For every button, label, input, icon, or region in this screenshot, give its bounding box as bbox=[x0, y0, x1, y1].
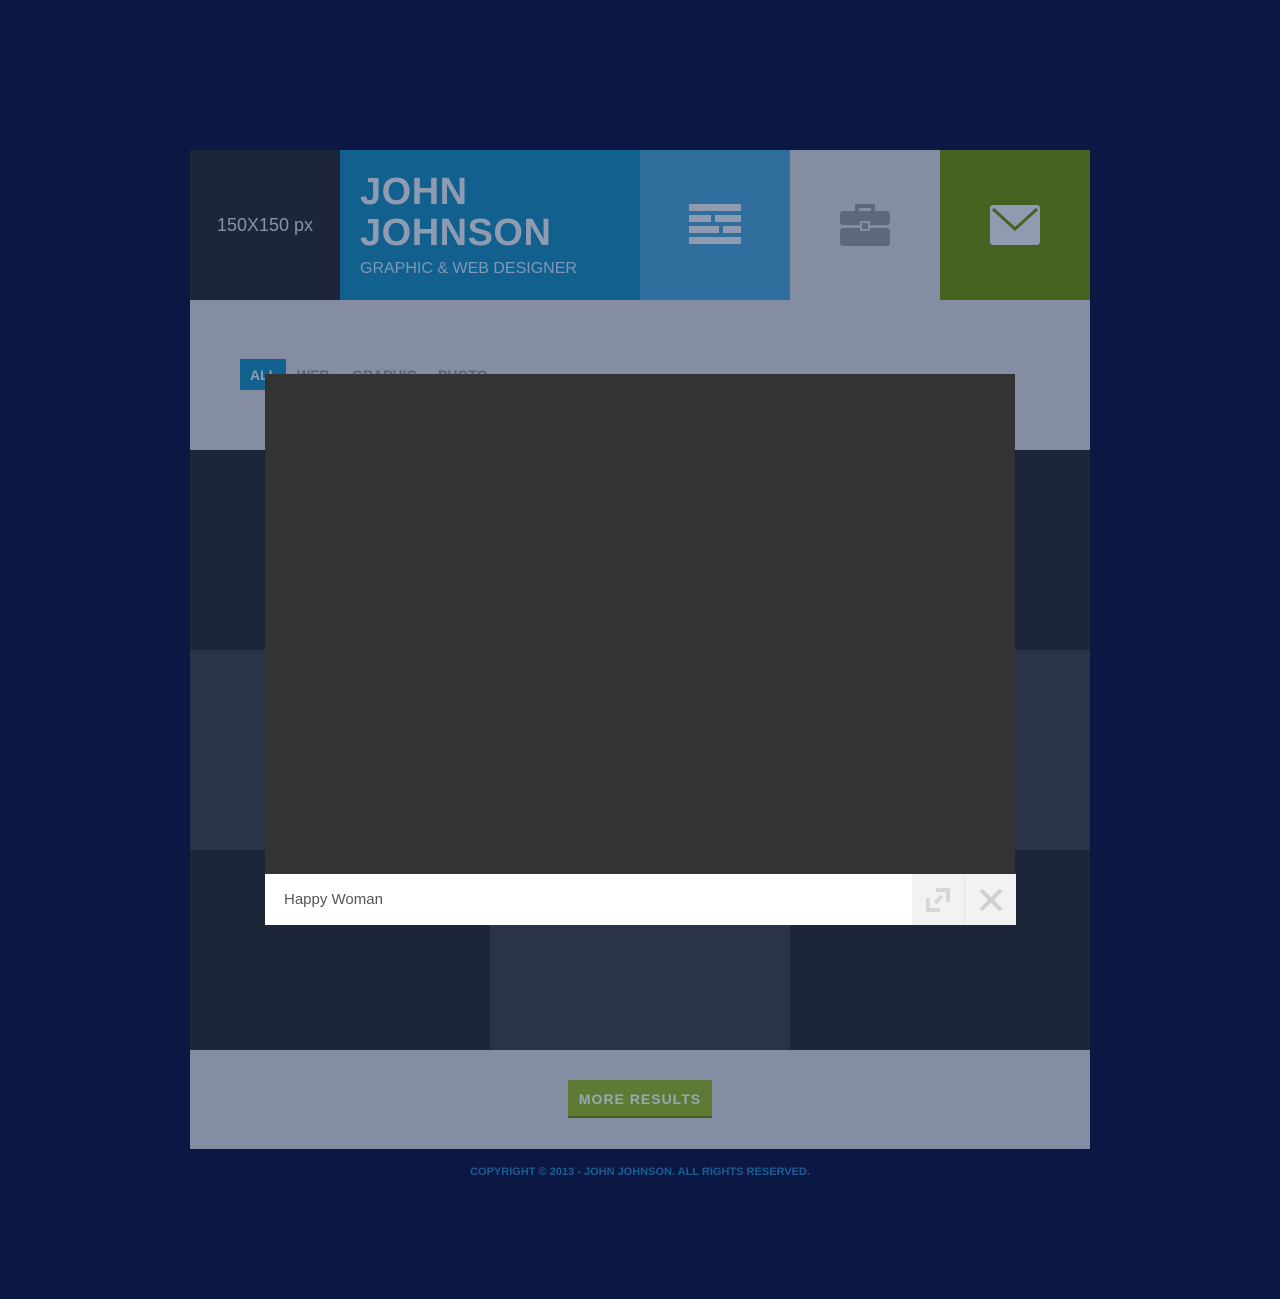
expand-icon bbox=[926, 887, 950, 912]
more-results-button[interactable]: MORE RESULTS bbox=[568, 1080, 712, 1118]
menu-icon bbox=[689, 204, 741, 244]
copyright-text: COPYRIGHT © 2013 - JOHN JOHNSON. ALL RIG… bbox=[470, 1166, 810, 1178]
close-icon bbox=[979, 888, 1002, 911]
name-block: JOHN JOHNSON GRAPHIC & WEB DESIGNER bbox=[340, 150, 640, 300]
more-results-bar: MORE RESULTS bbox=[190, 1050, 1090, 1149]
avatar-label: 150X150 px bbox=[216, 214, 314, 235]
name-first: JOHN bbox=[360, 171, 468, 213]
expand-button[interactable] bbox=[912, 874, 964, 925]
envelope-icon bbox=[990, 205, 1040, 245]
lightbox: Happy Woman bbox=[265, 374, 1016, 925]
lightbox-caption-bar: Happy Woman bbox=[265, 874, 1016, 925]
portfolio-tile[interactable] bbox=[790, 150, 940, 300]
lightbox-image bbox=[265, 374, 1015, 874]
name-last: JOHNSON bbox=[360, 212, 552, 254]
header: 150X150 px JOHN JOHNSON GRAPHIC & WEB DE… bbox=[190, 150, 1090, 300]
menu-tile[interactable] bbox=[640, 150, 790, 300]
job-title: GRAPHIC & WEB DESIGNER bbox=[360, 260, 577, 277]
contact-tile[interactable] bbox=[940, 150, 1090, 300]
lightbox-caption: Happy Woman bbox=[284, 891, 383, 908]
avatar-placeholder: 150X150 px bbox=[190, 150, 340, 300]
close-button[interactable] bbox=[964, 874, 1016, 925]
briefcase-icon bbox=[840, 204, 890, 246]
